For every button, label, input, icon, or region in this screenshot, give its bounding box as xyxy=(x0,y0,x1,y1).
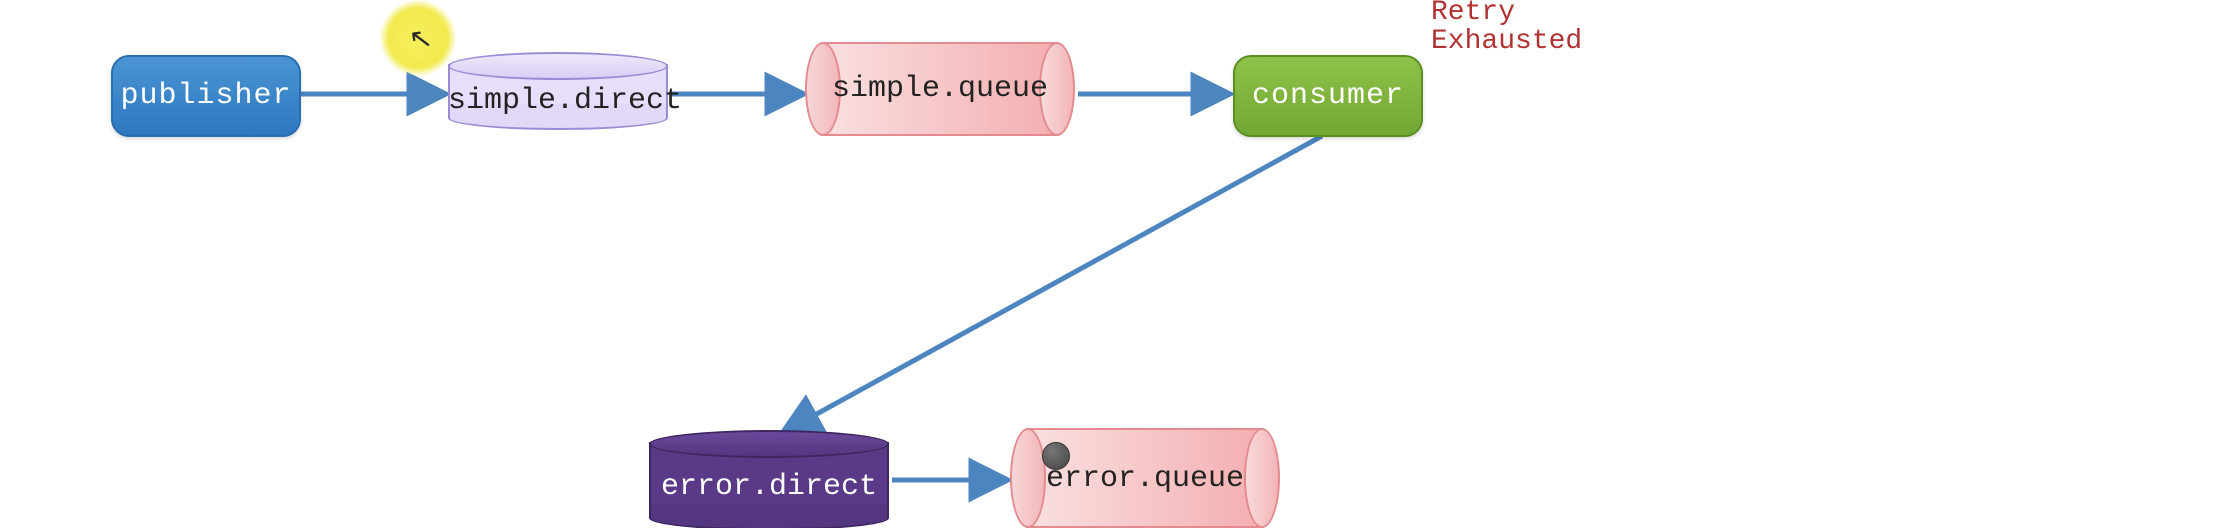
cursor-pointer-icon: ↖ xyxy=(407,21,435,57)
arrow-consumer-to-error-direct xyxy=(784,136,1322,432)
simple-queue-node: simple.queue xyxy=(805,42,1075,136)
retry-exhausted-annotation: Retry Exhausted xyxy=(1431,0,1582,57)
simple-queue-label: simple.queue xyxy=(805,72,1075,106)
simple-direct-exchange: simple.direct xyxy=(448,52,668,130)
publisher-node: publisher xyxy=(111,55,301,137)
error-direct-label: error.direct xyxy=(649,470,889,504)
simple-direct-label: simple.direct xyxy=(448,84,668,118)
consumer-label: consumer xyxy=(1252,79,1404,113)
consumer-node: consumer xyxy=(1233,55,1423,137)
error-direct-exchange: error.direct xyxy=(649,430,889,528)
diagram-canvas: ↖ Retry Exhausted publisher simple.direc… xyxy=(0,0,2231,528)
error-queue-node: error.queue xyxy=(1010,428,1280,528)
error-queue-label: error.queue xyxy=(1010,462,1280,496)
publisher-label: publisher xyxy=(120,79,291,113)
